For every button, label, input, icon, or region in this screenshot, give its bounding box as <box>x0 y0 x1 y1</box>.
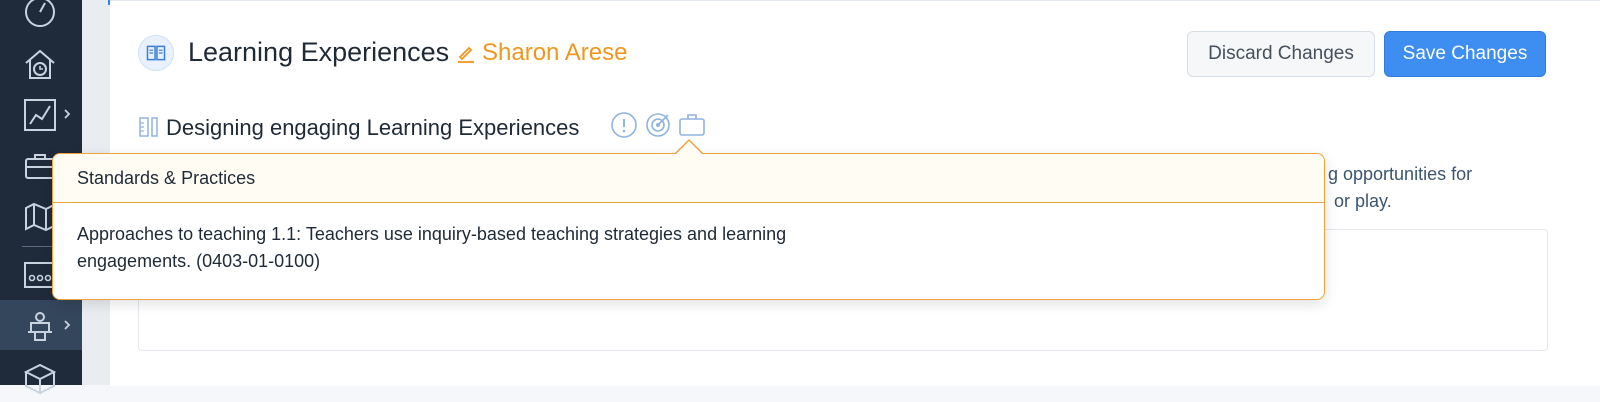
info-circle-icon[interactable] <box>610 111 638 139</box>
section-description: g opportunities for or play. <box>1328 164 1473 211</box>
popover-heading: Standards & Practices <box>53 154 1324 203</box>
section-actions <box>610 111 706 139</box>
sidebar-item-home[interactable] <box>0 38 82 88</box>
author-link[interactable]: Sharon Arese <box>456 39 627 67</box>
popover-arrow-fill <box>676 141 702 154</box>
discard-changes-button[interactable]: Discard Changes <box>1187 31 1375 77</box>
sidebar-item-analytics[interactable] <box>0 89 82 139</box>
page-title: Learning Experiences <box>188 37 450 67</box>
gauge-icon <box>25 0 55 27</box>
popover-body: Approaches to teaching 1.1: Teachers use… <box>77 224 787 271</box>
sidebar-item-resources[interactable] <box>0 352 82 402</box>
cube-icon <box>23 363 57 395</box>
sidebar-item-dashboard[interactable] <box>0 0 82 36</box>
home-clock-icon <box>25 49 55 79</box>
standards-popover: Standards & Practices Approaches to teac… <box>52 153 1325 300</box>
pencil-icon <box>458 46 474 63</box>
chevron-right-icon <box>64 109 71 119</box>
target-icon[interactable] <box>644 111 672 139</box>
section-title: Designing engaging Learning Experiences <box>166 115 580 140</box>
chevron-right-icon <box>64 320 71 330</box>
sidebar-item-teaching[interactable] <box>0 300 82 350</box>
author-name: Sharon Arese <box>482 39 628 66</box>
save-changes-button[interactable]: Save Changes <box>1384 31 1546 77</box>
section-header <box>138 111 160 141</box>
presenter-icon <box>28 312 52 341</box>
book-icon <box>138 35 174 71</box>
ruler-pencil-icon <box>139 117 158 137</box>
briefcase-icon[interactable] <box>678 111 706 139</box>
line-chart-icon <box>24 99 56 131</box>
